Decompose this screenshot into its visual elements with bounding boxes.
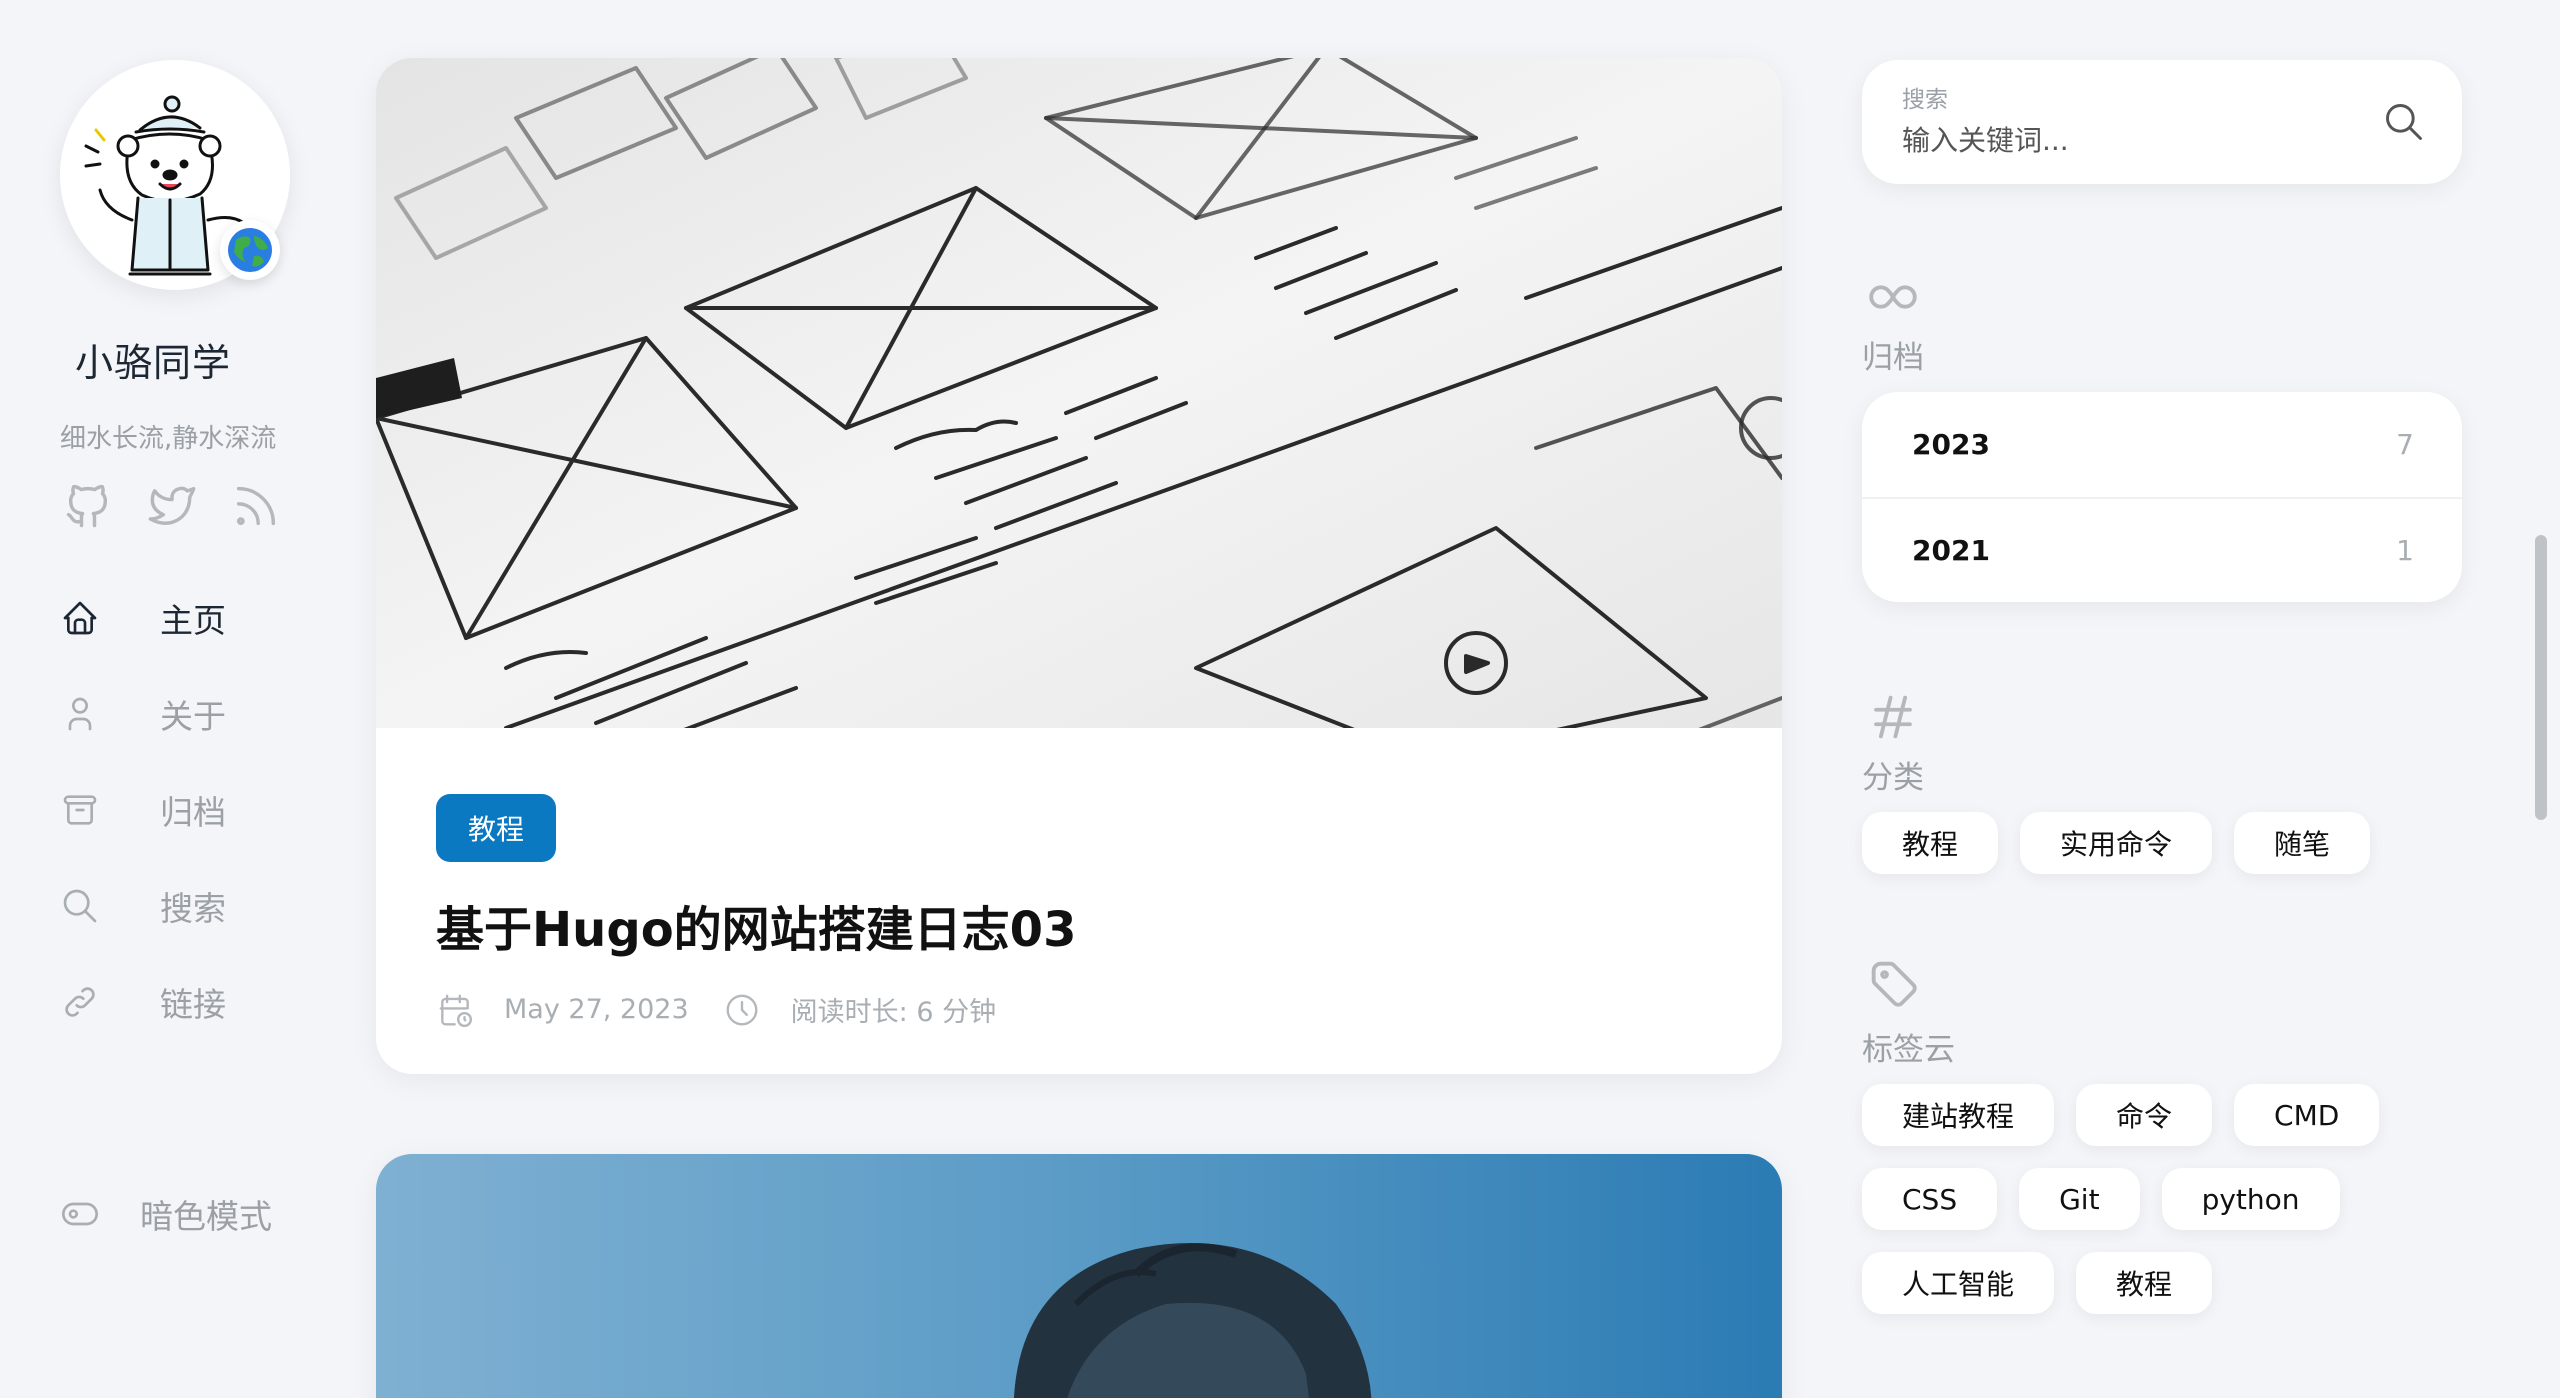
post-card-body: 教程 基于Hugo的网站搭建日志03 May 27, 2023 阅读时长: 6 …	[436, 794, 1722, 1029]
search-widget: 搜索	[1862, 60, 2462, 184]
tag-chip[interactable]: python	[2161, 1168, 2340, 1230]
menu-item-search[interactable]: 搜索	[60, 858, 320, 954]
tag-cloud: 建站教程 命令 CMD CSS Git python 人工智能 教程	[1862, 1084, 2482, 1336]
archive-year: 2021	[1912, 534, 1990, 567]
scrollbar-thumb[interactable]	[2535, 535, 2547, 820]
hash-icon	[1874, 695, 1912, 739]
infinity-icon	[1869, 285, 1917, 309]
emoji-badge	[220, 220, 280, 280]
archive-year: 2023	[1912, 428, 1990, 461]
tag-chip[interactable]: 教程	[2076, 1252, 2213, 1314]
post-cover-image[interactable]	[376, 58, 1782, 728]
tag-chip[interactable]: CMD	[2234, 1084, 2380, 1146]
category-chip[interactable]: 实用命令	[2020, 812, 2213, 874]
categories-list: 教程 实用命令 随笔	[1862, 812, 2482, 896]
site-name[interactable]: 小骆同学	[75, 332, 231, 387]
tag-chip[interactable]: CSS	[1862, 1168, 1998, 1230]
tag-chip[interactable]: 命令	[2076, 1084, 2213, 1146]
github-icon[interactable]	[62, 480, 114, 532]
globe-icon	[228, 228, 272, 272]
twitter-icon[interactable]	[146, 480, 198, 532]
archive-icon	[63, 795, 97, 825]
archive-item[interactable]: 2021 1	[1862, 497, 2462, 602]
clock-icon	[726, 994, 758, 1025]
category-chip[interactable]: 教程	[1862, 812, 1999, 874]
search-icon	[63, 889, 97, 923]
menu-item-label: 归档	[160, 793, 226, 832]
post-card[interactable]	[376, 1154, 1782, 1398]
archive-count: 1	[2396, 534, 2414, 567]
menu-item-about[interactable]: 关于	[60, 666, 320, 762]
post-date: May 27, 2023	[504, 994, 689, 1025]
menu-item-label: 搜索	[160, 889, 226, 928]
dark-mode-toggle[interactable]: 暗色模式	[60, 1190, 272, 1238]
post-title[interactable]: 基于Hugo的网站搭建日志03	[436, 890, 1722, 960]
post-reading-time: 阅读时长: 6 分钟	[790, 997, 997, 1028]
social-links	[62, 480, 282, 532]
archives-title: 归档	[1862, 340, 1924, 376]
dark-mode-label: 暗色模式	[140, 1197, 272, 1236]
menu-item-label: 链接	[160, 985, 226, 1024]
search-label: 搜索	[1902, 87, 1948, 113]
home-icon	[63, 601, 97, 635]
main-menu: 主页 关于 归档 搜索 链接	[60, 570, 320, 1050]
categories-title: 分类	[1862, 760, 1924, 796]
user-icon	[68, 697, 92, 731]
menu-item-home[interactable]: 主页	[60, 570, 320, 666]
toggle-icon	[62, 1202, 98, 1226]
tag-chip[interactable]: 建站教程	[1862, 1084, 2055, 1146]
tag-icon	[1871, 961, 1917, 1007]
wireframe-sketch-image	[376, 58, 1782, 728]
left-sidebar: 小骆同学 细水长流,静水深流 主页 关于 归档 搜索 链接 暗色模式	[0, 0, 340, 1398]
person-portrait-image	[376, 1154, 1782, 1398]
rss-icon[interactable]	[230, 480, 282, 532]
calendar-time-icon	[439, 994, 473, 1027]
archive-item[interactable]: 2023 7	[1862, 392, 2462, 497]
link-icon	[65, 987, 95, 1017]
site-description: 细水长流,静水深流	[60, 424, 277, 454]
post-meta: May 27, 2023 阅读时长: 6 分钟	[436, 990, 1722, 1029]
menu-item-label: 主页	[160, 601, 226, 640]
post-card[interactable]: 教程 基于Hugo的网站搭建日志03 May 27, 2023 阅读时长: 6 …	[376, 58, 1782, 1074]
search-input[interactable]	[1902, 118, 2362, 162]
archives-list: 2023 7 2021 1	[1862, 392, 2462, 602]
tag-chip[interactable]: 人工智能	[1862, 1252, 2055, 1314]
category-chip[interactable]: 随笔	[2234, 812, 2371, 874]
tags-title: 标签云	[1862, 1032, 1955, 1068]
menu-item-links[interactable]: 链接	[60, 954, 320, 1050]
search-icon[interactable]	[2382, 100, 2426, 144]
post-cover-image[interactable]	[376, 1154, 1782, 1398]
archive-count: 7	[2396, 428, 2414, 461]
tag-chip[interactable]: Git	[2019, 1168, 2140, 1230]
post-category-badge[interactable]: 教程	[436, 794, 557, 862]
menu-item-label: 关于	[160, 697, 226, 736]
menu-item-archive[interactable]: 归档	[60, 762, 320, 858]
